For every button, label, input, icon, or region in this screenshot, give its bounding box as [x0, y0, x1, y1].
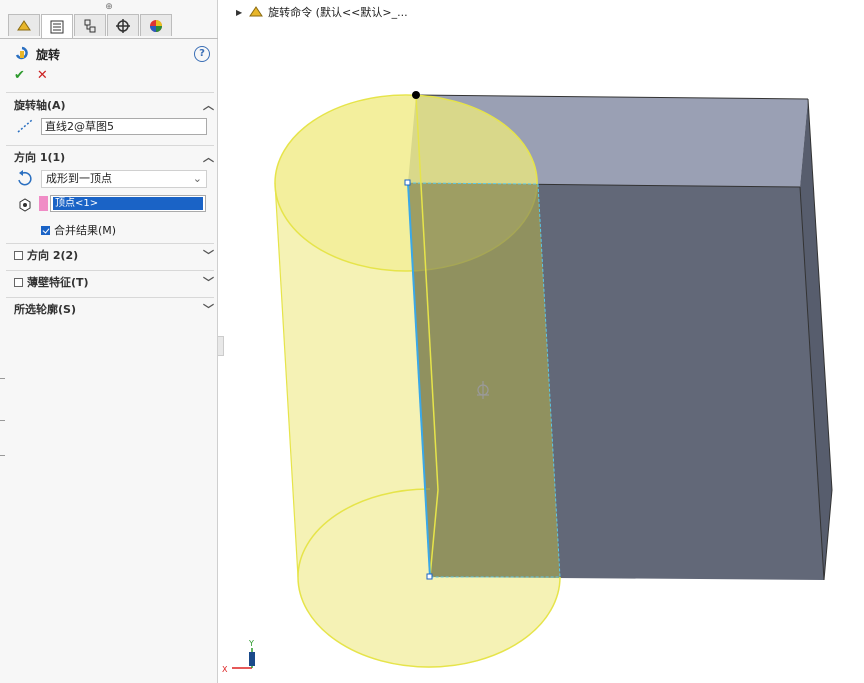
section-direction2-label: 方向 2(2): [27, 249, 79, 262]
merge-result-option[interactable]: 合并结果(M): [41, 222, 116, 238]
panel-tick: [0, 455, 5, 456]
thin-feature-checkbox[interactable]: [14, 277, 23, 287]
reference-triad: X Y: [222, 639, 255, 674]
tab-display-manager[interactable]: [140, 14, 172, 36]
triad-z-axis: [249, 652, 255, 666]
tab-dimxpert-manager[interactable]: [107, 14, 139, 36]
property-manager-icon: [50, 20, 64, 33]
direction2-checkbox[interactable]: [14, 250, 23, 260]
section-thin-label: 薄壁特征(T): [27, 276, 89, 289]
divider: [6, 145, 214, 146]
panel-tick: [0, 378, 5, 379]
chevron-down-icon[interactable]: ﹀: [203, 301, 214, 317]
vertex-icon: [19, 198, 31, 212]
divider: [6, 92, 214, 93]
axis-selection-field[interactable]: 直线2@草图5: [41, 118, 207, 135]
section-axis-label: 旋转轴(A): [14, 99, 66, 112]
chevron-down-icon: ⌄: [192, 172, 202, 185]
chevron-up-icon[interactable]: ︿: [203, 97, 214, 113]
sketch-profile-region[interactable]: [407, 182, 561, 578]
section-thin-header[interactable]: 薄壁特征(T) ﹀: [14, 274, 214, 290]
section-axis-header[interactable]: 旋转轴(A) ︿: [14, 97, 214, 113]
configuration-manager-icon: [84, 19, 96, 32]
triad-y-label: Y: [248, 639, 254, 648]
sketch-point[interactable]: [404, 179, 411, 186]
feature-title-row: 旋转 ?: [14, 44, 210, 64]
help-button[interactable]: ?: [194, 46, 210, 62]
divider: [6, 243, 214, 244]
ok-cancel-row: ✔ ✕: [14, 68, 48, 83]
revolve-icon: [15, 46, 28, 60]
triad-x-label: X: [222, 665, 228, 674]
feature-manager-icon: [17, 19, 31, 30]
reverse-direction-icon[interactable]: [15, 168, 35, 188]
end-condition-select[interactable]: 成形到一顶点 ⌄: [41, 170, 207, 188]
graphics-viewport[interactable]: X Y: [219, 0, 864, 683]
manager-tab-bar: [8, 14, 173, 38]
chevron-down-icon[interactable]: ﹀: [203, 274, 214, 290]
cancel-button[interactable]: ✕: [37, 68, 48, 83]
axis-line-icon: [17, 119, 33, 133]
section-contours-label: 所选轮廓(S): [14, 303, 76, 316]
tab-property-manager[interactable]: [41, 14, 73, 38]
merge-result-checkbox[interactable]: [41, 225, 50, 235]
divider: [6, 297, 214, 298]
panel-grip[interactable]: ⊕: [0, 0, 218, 14]
section-contours-header[interactable]: 所选轮廓(S) ﹀: [14, 301, 214, 317]
panel-tick: [0, 420, 5, 421]
vertex-selection-box[interactable]: 顶点<1>: [50, 195, 206, 212]
end-condition-value: 成形到一顶点: [46, 172, 112, 185]
section-direction1-label: 方向 1(1): [14, 151, 66, 164]
selected-vertex-marker[interactable]: [412, 91, 420, 99]
section-direction1-header[interactable]: 方向 1(1) ︿: [14, 149, 214, 165]
tab-configuration-manager[interactable]: [74, 14, 106, 36]
section-direction2-header[interactable]: 方向 2(2) ﹀: [14, 247, 214, 263]
selection-color-swatch: [39, 196, 48, 211]
tab-bar-divider: [0, 38, 218, 39]
merge-result-label: 合并结果(M): [54, 224, 117, 237]
feature-title: 旋转: [36, 47, 61, 62]
tab-feature-manager[interactable]: [8, 14, 40, 36]
sketch-point[interactable]: [426, 573, 433, 580]
chevron-up-icon[interactable]: ︿: [203, 149, 214, 165]
ok-button[interactable]: ✔: [14, 68, 25, 83]
selected-vertex-item[interactable]: 顶点<1>: [53, 197, 203, 210]
display-manager-icon: [150, 19, 162, 32]
chevron-down-icon[interactable]: ﹀: [203, 247, 214, 263]
crosshair-icon: [116, 18, 130, 33]
divider: [6, 270, 214, 271]
property-manager-panel: ⊕ 旋转 ? ✔ ✕ 旋转轴(A) ︿ 直线2@草图5 方向 1(1) ︿ 成形…: [0, 0, 218, 683]
